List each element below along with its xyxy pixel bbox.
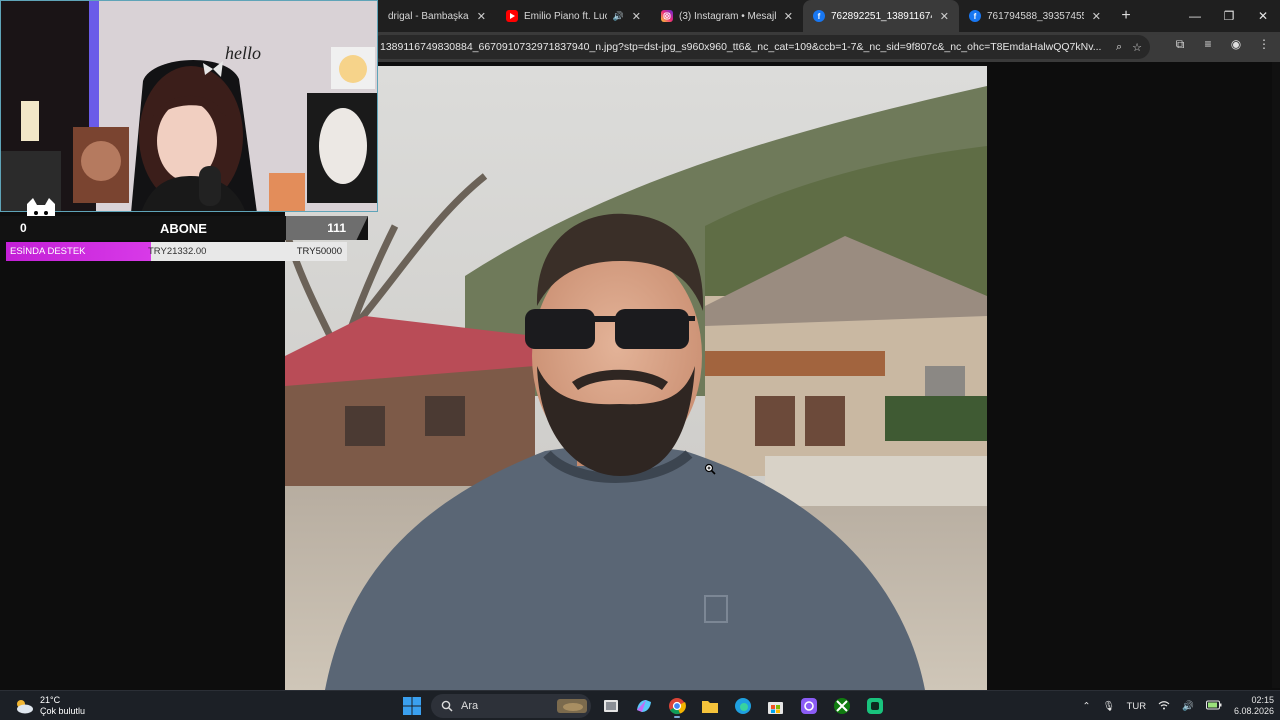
volume-icon[interactable]: 🔊 xyxy=(1182,701,1194,712)
subscriber-goal-target: 111 xyxy=(327,221,346,235)
scrollbar[interactable] xyxy=(1272,62,1280,688)
copilot-icon xyxy=(636,700,651,712)
youtube-icon xyxy=(506,10,518,22)
windows-logo-icon xyxy=(402,697,421,715)
taskbar-apps: Ara xyxy=(398,693,888,719)
tab-label: 761794588_39357455995 xyxy=(987,10,1084,22)
file-explorer-button[interactable] xyxy=(696,693,723,719)
close-window-icon[interactable]: ✕ xyxy=(1246,0,1280,32)
clock-date: 6.08.2026 xyxy=(1233,706,1274,716)
streaming-app-button[interactable] xyxy=(795,693,822,719)
profile-icon[interactable]: ◉ xyxy=(1228,37,1244,52)
tab-facebook-photo-active[interactable]: f 762892251_13891167498 ✕ xyxy=(803,0,959,32)
tab-label: 762892251_13891167498 xyxy=(831,10,932,22)
store-icon xyxy=(768,701,783,714)
tab-label: drigal - Bambaşka - Yo xyxy=(388,10,469,22)
url-text[interactable]: 1389116749830884_6670910732971837940_n.j… xyxy=(380,41,1106,53)
window-controls: — ❐ ✕ xyxy=(1178,0,1280,32)
zoom-cursor-icon xyxy=(704,463,716,475)
bookmark-star-icon[interactable]: ☆ xyxy=(1132,41,1142,54)
xbox-icon xyxy=(833,698,850,714)
facebook-icon: f xyxy=(969,10,981,22)
tab-close-icon[interactable]: ✕ xyxy=(1092,10,1101,23)
weather-condition: Çok bulutlu xyxy=(40,706,86,716)
tab-facebook-photo-2[interactable]: f 761794588_39357455995 ✕ xyxy=(959,0,1111,32)
wifi-icon[interactable] xyxy=(1158,700,1170,713)
screen: drigal - Bambaşka - Yo ✕ Emilio Piano ft… xyxy=(0,0,1280,720)
task-view-icon xyxy=(603,700,618,712)
microphone-icon[interactable]: 🎙 xyxy=(1103,701,1115,712)
tab-youtube-madrigal[interactable]: drigal - Bambaşka - Yo ✕ xyxy=(378,0,496,32)
subscriber-goal-title: ABONE xyxy=(160,221,207,236)
green-app-icon xyxy=(866,698,883,714)
subscriber-count-start: 0 xyxy=(20,221,27,235)
media-control-icon[interactable]: ≡ xyxy=(1200,37,1216,52)
task-view-button[interactable] xyxy=(597,693,624,719)
photo-man-with-sunglasses xyxy=(285,66,987,690)
subscriber-goal-target-box: 111 xyxy=(286,216,368,240)
temperature: 21°C xyxy=(40,695,61,705)
hello-sign: hello xyxy=(225,43,261,63)
chevron-up-icon[interactable]: ⌃ xyxy=(1083,701,1091,712)
streaming-app-icon xyxy=(800,698,817,714)
folder-icon xyxy=(701,700,718,713)
input-language[interactable]: TUR xyxy=(1127,701,1147,712)
streamer-webcam: hello xyxy=(0,0,378,212)
edge-icon xyxy=(734,698,751,714)
restore-icon[interactable]: ❐ xyxy=(1212,0,1246,32)
donation-current-amount: TRY21332.00 xyxy=(148,246,207,257)
extensions-icon[interactable]: ⧉ xyxy=(1172,37,1188,52)
running-indicator xyxy=(674,716,680,718)
tab-label: Emilio Piano ft. Lucie xyxy=(524,10,607,22)
chrome-taskbar-button[interactable] xyxy=(663,693,690,719)
green-app-button[interactable] xyxy=(861,693,888,719)
clock[interactable]: 02:15 6.08.2026 xyxy=(1234,695,1274,717)
tab-instagram[interactable]: (3) Instagram • Mesajlar ✕ xyxy=(651,0,803,32)
address-bar[interactable]: 1389116749830884_6670910732971837940_n.j… xyxy=(370,35,1150,59)
minimize-icon[interactable]: — xyxy=(1178,0,1212,32)
tab-close-icon[interactable]: ✕ xyxy=(784,10,793,23)
new-tab-button[interactable]: + xyxy=(1111,0,1141,32)
chrome-icon xyxy=(668,698,686,715)
xbox-button[interactable] xyxy=(828,693,855,719)
donation-goal-bar: ESİNDA DESTEK TRY21332.00 TRY50000 xyxy=(6,242,347,261)
subscriber-goal-bar: 0 ABONE 111 xyxy=(0,216,368,240)
tab-close-icon[interactable]: ✕ xyxy=(477,10,486,23)
donation-goal-amount: TRY50000 xyxy=(296,246,342,257)
facebook-icon: f xyxy=(813,10,825,22)
menu-icon[interactable]: ⋮ xyxy=(1256,37,1272,52)
copilot-button[interactable] xyxy=(630,693,657,719)
search-icon xyxy=(441,700,453,712)
toolbar-icons: ⧉ ≡ ◉ ⋮ xyxy=(1172,37,1272,52)
taskbar-search-box[interactable]: Ara xyxy=(431,694,591,718)
search-highlight-icon xyxy=(557,699,587,713)
tab-label: (3) Instagram • Mesajlar xyxy=(679,10,776,22)
instagram-icon xyxy=(661,10,673,22)
system-tray: ⌃ 🎙 TUR 🔊 02:15 6.08.2026 xyxy=(1083,693,1274,719)
webcam-feed: hello xyxy=(1,1,377,211)
store-button[interactable] xyxy=(762,693,789,719)
clock-time: 02:15 xyxy=(1251,695,1274,705)
viewed-photo[interactable] xyxy=(285,66,987,690)
donation-goal-label: ESİNDA DESTEK xyxy=(10,246,86,257)
windows-taskbar: 21°C Çok bulutlu Ara ⌃ 🎙 TUR 🔊 02:15 6.0… xyxy=(0,690,1280,720)
tab-youtube-emilio[interactable]: Emilio Piano ft. Lucie 🔊 ✕ xyxy=(496,0,651,32)
zoom-icon[interactable]: ⌕ xyxy=(1116,41,1122,54)
edge-button[interactable] xyxy=(729,693,756,719)
cloud-weather-icon xyxy=(17,700,33,714)
search-placeholder: Ara xyxy=(461,700,479,712)
tab-close-icon[interactable]: ✕ xyxy=(940,10,949,23)
speaker-icon[interactable]: 🔊 xyxy=(613,11,624,22)
battery-icon[interactable] xyxy=(1205,700,1222,713)
weather-text: 21°C Çok bulutlu xyxy=(40,695,85,717)
tab-close-icon[interactable]: ✕ xyxy=(632,10,641,23)
start-button[interactable] xyxy=(398,693,425,719)
weather-widget[interactable]: 21°C Çok bulutlu xyxy=(14,695,85,717)
